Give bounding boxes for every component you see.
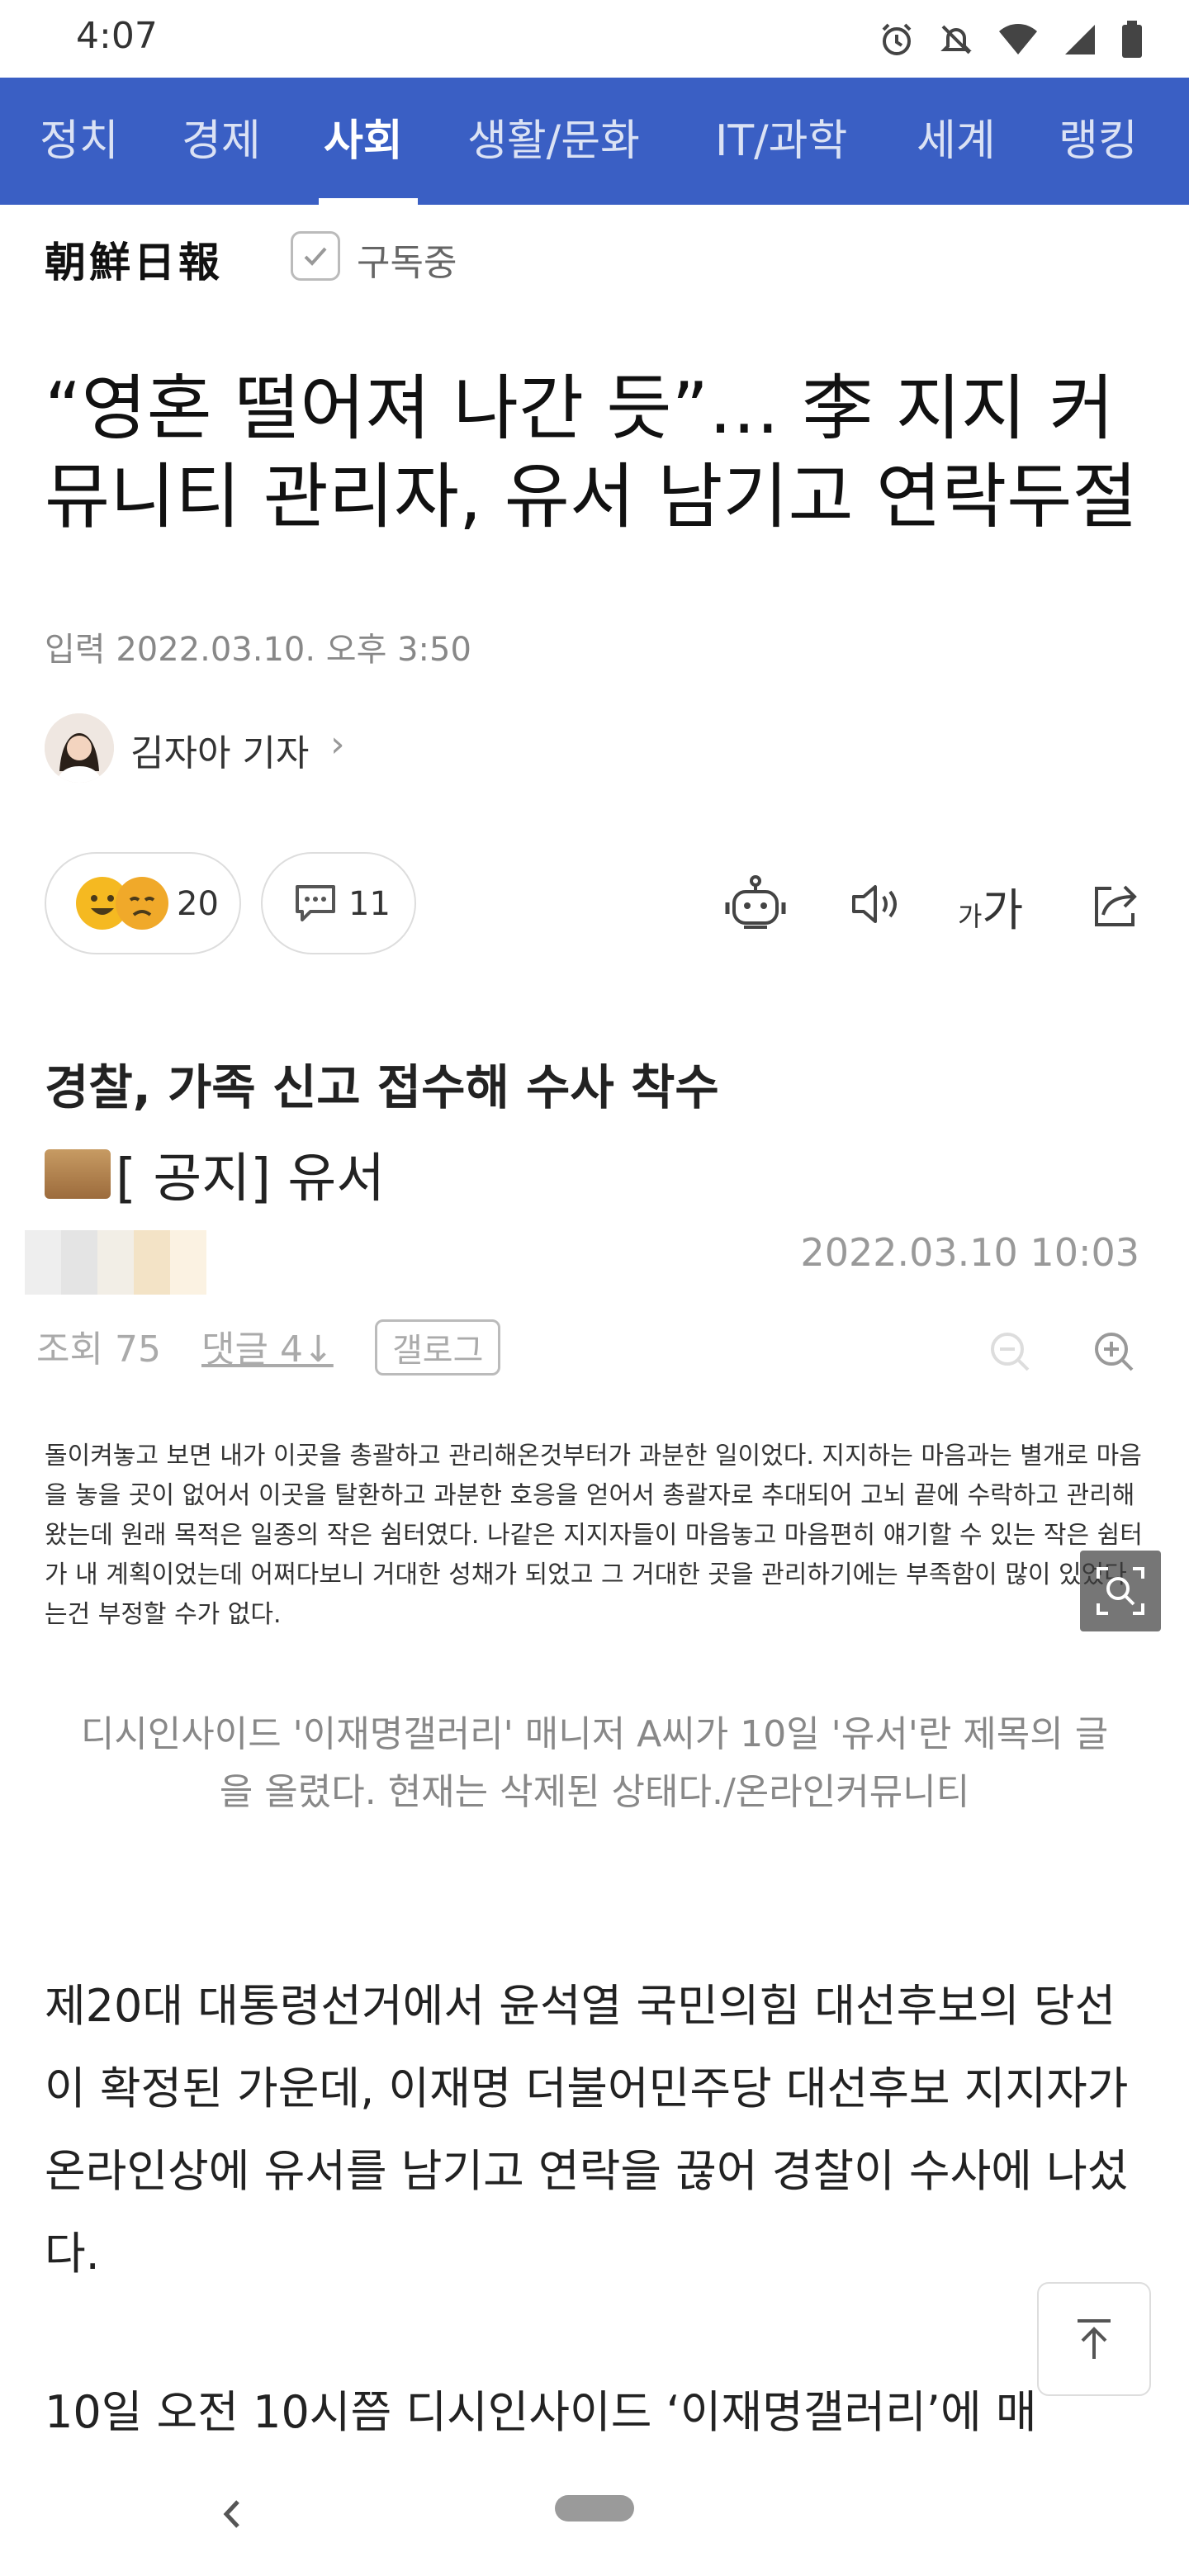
status-bar: 4:07 [0,0,1189,78]
embedded-post-date: 2022.03.10 10:03 [800,1230,1139,1275]
alarm-icon [882,23,912,55]
article-image[interactable]: [ 공지] 유서 2022.03.10 10:03 조회 75 댓글 4↓ 갤로… [0,1123,1189,1668]
comment-button[interactable]: 11 [261,852,416,954]
embedded-post-views: 조회 75 [36,1328,161,1371]
author-photo [45,713,114,783]
share-button[interactable] [1078,867,1153,941]
publish-date: 입력 2022.03.10. 오후 3:50 [45,631,471,669]
embedded-gallog-badge: 갤로그 [375,1319,501,1376]
font-size-button[interactable]: 가가 [958,874,1023,939]
article-headline: “영혼 떨어져 나간 듯”… 李 지지 커뮤니티 관리자, 유서 남기고 연락두… [45,367,1138,539]
reaction-count: 20 [177,885,219,923]
summary-bot-button[interactable] [718,867,793,941]
article-paragraph: 제20대 대통령선거에서 윤석열 국민의힘 대선후보의 당선이 확정된 가운데,… [45,1980,1129,2280]
robot-icon [725,875,786,929]
embedded-post-title: [ 공지] 유서 [45,1136,385,1212]
nav-tab-it-science[interactable]: IT/과학 [715,78,847,205]
section-nav: 정치 경제 사회 생활/문화 IT/과학 세계 랭킹 [0,78,1189,205]
nav-tab-politics[interactable]: 정치 [40,78,119,205]
image-caption: 디시인사이드 '이재명갤러리' 매니저 A씨가 10일 '유서'란 제목의 글을… [80,1713,1109,1814]
nav-tab-society[interactable]: 사회 [324,78,403,205]
nav-tab-economy[interactable]: 경제 [182,78,261,205]
share-icon [1095,885,1137,926]
publisher-logo[interactable]: 朝鮮日報 [45,230,223,289]
status-icons [879,18,1143,61]
speaker-icon [852,885,897,923]
embedded-post-comments: 댓글 4↓ [201,1328,334,1371]
signal-icon [1065,25,1095,54]
sad-emoji-icon [116,877,168,930]
scroll-emoji-icon [45,1149,111,1199]
font-small-glyph: 가 [958,901,983,932]
subscribe-checkbox[interactable] [291,231,340,281]
chevron-right-icon[interactable]: › [330,723,345,765]
comment-icon [296,885,335,921]
subscribe-label[interactable]: 구독중 [357,233,457,286]
image-search-button[interactable] [1080,1551,1161,1631]
blurred-username [25,1230,206,1295]
battery-icon [1122,21,1142,58]
check-icon [304,247,327,266]
author-name[interactable]: 김자아 기자 [130,723,309,776]
image-search-icon [1097,1567,1144,1615]
system-nav-bar [0,2460,1189,2576]
scroll-to-top-button[interactable] [1037,2282,1151,2396]
author-avatar[interactable] [45,713,114,783]
zoom-out-icon [991,1333,1030,1371]
reaction-button[interactable]: 20 [45,852,241,954]
article-paragraph: 10일 오전 10시쯤 디시인사이드 ‘이재명갤러리’에 매 [45,2386,1037,2438]
zoom-in-icon [1095,1333,1134,1371]
font-large-glyph: 가 [982,884,1024,936]
nav-tab-life-culture[interactable]: 생활/문화 [467,78,640,205]
comment-count: 11 [348,885,391,923]
home-pill[interactable] [555,2495,634,2522]
wifi-icon [999,24,1037,54]
status-time: 4:07 [76,15,158,57]
arrow-up-icon [1078,2319,1111,2359]
embedded-post-title-text: [ 공지] 유서 [116,1148,386,1210]
nav-tab-ranking[interactable]: 랭킹 [1059,78,1138,205]
active-tab-indicator [319,198,418,205]
back-icon[interactable] [211,2493,253,2535]
nav-tab-world[interactable]: 세계 [917,78,996,205]
article-subhead: 경찰, 가족 신고 접수해 수사 착수 [45,1059,719,1115]
read-aloud-button[interactable] [837,867,912,941]
embedded-post-body: 돌이켜놓고 보면 내가 이곳을 총괄하고 관리해온것부터가 과분한 일이었다. … [45,1442,1143,1629]
mute-icon [940,25,972,54]
